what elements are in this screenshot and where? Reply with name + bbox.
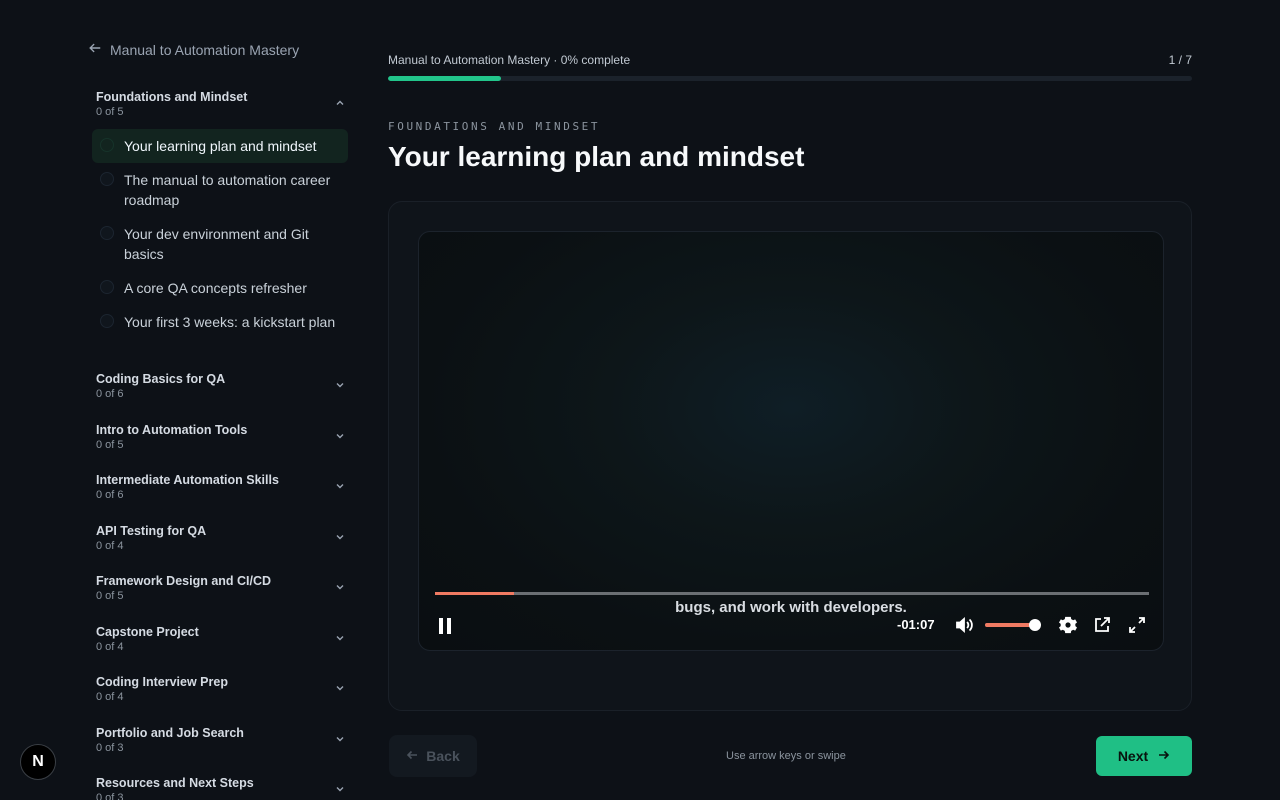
module-intro-automation-tools[interactable]: Intro to Automation Tools 0 of 5 [96,422,348,453]
lesson-status-icon [100,172,114,186]
chevron-down-icon[interactable] [334,733,346,745]
course-progress-text: Manual to Automation Mastery · 0% comple… [388,53,631,67]
module-count: 0 of 4 [96,540,124,552]
chevron-down-icon[interactable] [334,581,346,593]
module-count: 0 of 3 [96,792,124,800]
module-count: 0 of 6 [96,489,124,501]
settings-gear-icon[interactable] [1058,615,1078,635]
module-title: Coding Basics for QA [96,372,226,386]
back-button[interactable]: Back [389,735,477,777]
lesson-item-qa-refresher[interactable]: A core QA concepts refresher [92,271,348,305]
arrow-left-icon [88,41,102,58]
module-resources[interactable]: Resources and Next Steps 0 of 3 [96,775,348,800]
module-coding-basics[interactable]: Coding Basics for QA 0 of 6 [96,371,348,402]
arrow-right-icon [1158,748,1170,764]
chevron-down-icon[interactable] [334,531,346,543]
next-button[interactable]: Next [1096,736,1192,776]
module-title: Intro to Automation Tools [96,423,248,437]
time-remaining: -01:07 [897,617,935,632]
lesson-status-icon [100,314,114,328]
volume-fill [985,623,1036,627]
lesson-item-kickstart-plan[interactable]: Your first 3 weeks: a kickstart plan [92,305,348,339]
lesson-status-icon [100,226,114,240]
lesson-item-learning-plan[interactable]: Your learning plan and mindset [92,129,348,163]
next-button-label: Next [1117,748,1149,764]
lesson-label: Your dev environment and Git basics [124,226,309,262]
module-title: API Testing for QA [96,524,207,538]
popout-icon[interactable] [1093,616,1111,634]
volume-slider[interactable] [985,619,1042,631]
lesson-label: Your first 3 weeks: a kickstart plan [124,314,336,330]
module-foundations[interactable]: Foundations and Mindset 0 of 5 [96,89,348,120]
module-title: Portfolio and Job Search [96,726,244,740]
module-count: 0 of 4 [96,691,124,703]
module-title: Foundations and Mindset [96,90,248,104]
chevron-up-icon[interactable] [334,97,346,109]
lesson-label: A core QA concepts refresher [124,280,307,296]
lesson-item-dev-environment[interactable]: Your dev environment and Git basics [92,217,348,271]
module-portfolio[interactable]: Portfolio and Job Search 0 of 3 [96,725,348,756]
video-scrubber-fill [435,592,514,595]
pause-icon[interactable] [437,617,453,635]
chevron-down-icon[interactable] [334,430,346,442]
lesson-status-icon [100,138,114,152]
back-button-label: Back [426,748,460,764]
arrow-left-icon [406,748,418,764]
module-count: 0 of 3 [96,742,124,754]
step-counter: 1 / 7 [1168,53,1192,67]
module-interview-prep[interactable]: Coding Interview Prep 0 of 4 [96,674,348,705]
lesson-title: Your learning plan and mindset [388,141,805,172]
navigation-hint: Use arrow keys or swipe [726,750,846,762]
module-title: Capstone Project [96,625,199,639]
video-player[interactable]: bugs, and work with developers. -01:07 [418,231,1164,651]
module-count: 0 of 5 [96,590,124,602]
app-badge-n[interactable]: N [20,744,56,780]
module-title: Resources and Next Steps [96,776,254,790]
lesson-status-icon [100,280,114,294]
fullscreen-icon[interactable] [1128,616,1146,634]
module-framework-design[interactable]: Framework Design and CI/CD 0 of 5 [96,573,348,604]
module-intermediate-automation[interactable]: Intermediate Automation Skills 0 of 6 [96,472,348,503]
lesson-item-career-roadmap[interactable]: The manual to automation career roadmap [92,163,348,217]
chevron-down-icon[interactable] [334,783,346,795]
course-sidebar: Manual to Automation Mastery Foundations… [88,0,352,800]
module-capstone[interactable]: Capstone Project 0 of 4 [96,624,348,655]
chevron-down-icon[interactable] [334,379,346,391]
video-scrubber[interactable] [435,592,1149,595]
lesson-label: The manual to automation career roadmap [124,172,331,208]
module-title: Framework Design and CI/CD [96,574,272,588]
video-caption: bugs, and work with developers. [675,599,907,616]
chevron-down-icon[interactable] [334,480,346,492]
chevron-down-icon[interactable] [334,632,346,644]
module-count: 0 of 5 [96,439,124,451]
chevron-down-icon[interactable] [334,682,346,694]
module-count: 0 of 4 [96,641,124,653]
lesson-label: Your learning plan and mindset [124,138,317,154]
volume-icon[interactable] [954,615,974,635]
back-to-course-link[interactable]: Manual to Automation Mastery [88,41,299,58]
module-count: 0 of 5 [96,106,124,118]
module-title: Coding Interview Prep [96,675,228,689]
module-api-testing[interactable]: API Testing for QA 0 of 4 [96,523,348,554]
volume-knob[interactable] [1029,619,1042,631]
course-title: Manual to Automation Mastery [110,41,300,58]
step-progress-fill [388,76,501,81]
video-card: bugs, and work with developers. -01:07 [388,201,1192,711]
module-count: 0 of 6 [96,388,124,400]
module-title: Intermediate Automation Skills [96,473,279,487]
step-progress-bar [388,76,1192,81]
module-eyebrow: FOUNDATIONS AND MINDSET [388,120,601,133]
